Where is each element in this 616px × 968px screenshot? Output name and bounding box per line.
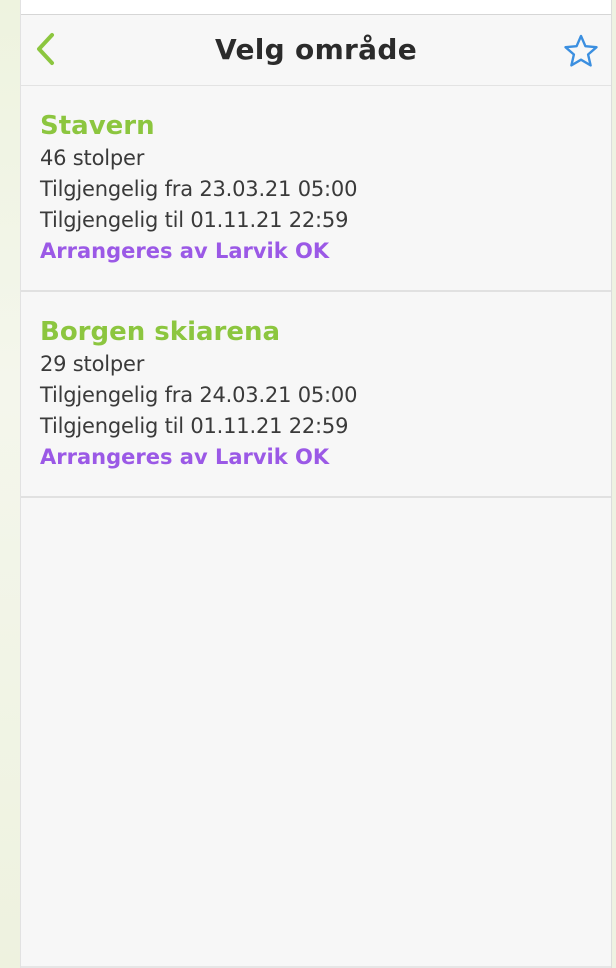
area-available-to: Tilgjengelig til 01.11.21 22:59 [40, 208, 349, 232]
area-available-from: Tilgjengelig fra 24.03.21 05:00 [40, 383, 358, 407]
area-post-count: 29 stolper [40, 352, 145, 376]
app-screen: Velg område Stavern 46 stolper Tilgjenge… [20, 0, 612, 968]
area-list-item[interactable]: Stavern 46 stolper Tilgjengelig fra 23.0… [21, 86, 611, 292]
status-bar [21, 0, 611, 15]
area-organizer: Arrangeres av Larvik OK [40, 445, 330, 469]
area-organizer: Arrangeres av Larvik OK [40, 239, 330, 263]
area-name: Stavern [40, 111, 155, 141]
page-title: Velg område [215, 33, 417, 66]
area-available-from: Tilgjengelig fra 23.03.21 05:00 [40, 177, 358, 201]
favorite-button[interactable] [561, 31, 601, 71]
navigation-bar: Velg område [21, 15, 611, 86]
star-outline-icon [564, 34, 598, 67]
area-post-count: 46 stolper [40, 146, 145, 170]
left-background-strip [0, 0, 20, 968]
area-list-item[interactable]: Borgen skiarena 29 stolper Tilgjengelig … [21, 292, 611, 498]
area-available-to: Tilgjengelig til 01.11.21 22:59 [40, 414, 349, 438]
area-name: Borgen skiarena [40, 317, 281, 347]
area-list: Stavern 46 stolper Tilgjengelig fra 23.0… [21, 86, 611, 498]
